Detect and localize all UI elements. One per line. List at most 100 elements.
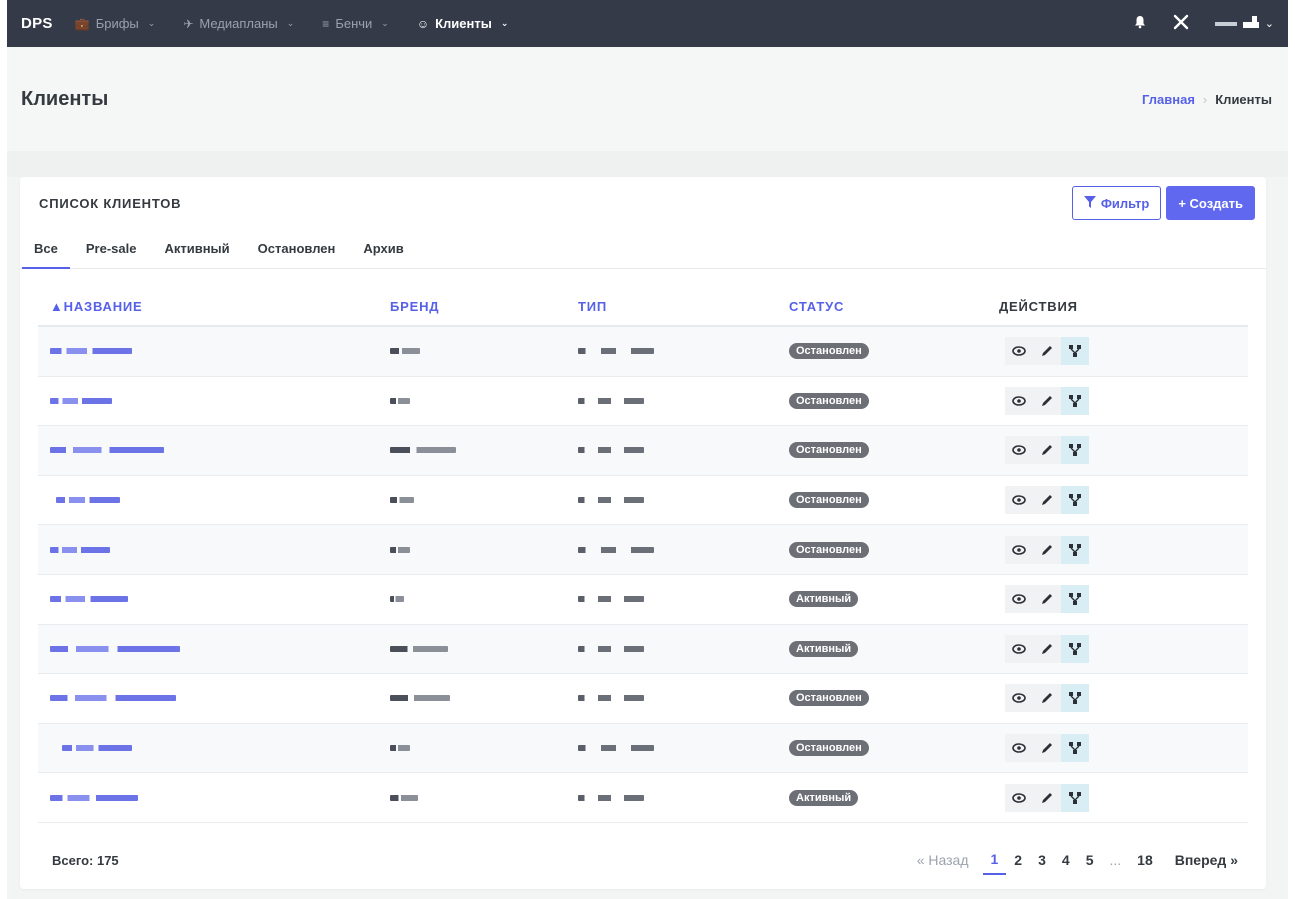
client-name-redacted[interactable] — [50, 546, 110, 553]
column-brand-header[interactable]: БРЕНД — [390, 299, 578, 314]
client-name-redacted[interactable] — [56, 497, 120, 504]
status-cell: Остановлен — [789, 541, 999, 558]
client-name-cell[interactable] — [38, 695, 390, 702]
brand-cell — [390, 348, 578, 355]
edit-icon[interactable] — [1033, 486, 1061, 515]
table-row[interactable]: Остановлен — [38, 327, 1248, 377]
hierarchy-icon[interactable] — [1061, 535, 1089, 564]
client-name-redacted[interactable] — [50, 596, 128, 603]
bell-icon[interactable] — [1133, 15, 1147, 33]
edit-icon[interactable] — [1033, 634, 1061, 663]
client-name-redacted[interactable] — [50, 794, 138, 801]
client-name-cell[interactable] — [38, 348, 390, 355]
type-cell — [578, 397, 789, 404]
view-icon[interactable] — [1005, 634, 1033, 663]
table-row[interactable]: Остановлен — [38, 476, 1248, 526]
hierarchy-icon[interactable] — [1061, 734, 1089, 763]
create-button[interactable]: + Создать — [1166, 186, 1255, 220]
edit-icon[interactable] — [1033, 783, 1061, 812]
edit-icon[interactable] — [1033, 535, 1061, 564]
hierarchy-icon[interactable] — [1061, 684, 1089, 713]
client-name-cell[interactable] — [38, 596, 390, 603]
hierarchy-icon[interactable] — [1061, 634, 1089, 663]
tab-active[interactable]: Активный — [152, 229, 241, 268]
tools-icon[interactable] — [1173, 14, 1189, 34]
client-name-redacted[interactable] — [50, 447, 164, 454]
client-name-redacted[interactable] — [50, 397, 112, 404]
hierarchy-icon[interactable] — [1061, 486, 1089, 515]
hierarchy-icon[interactable] — [1061, 436, 1089, 465]
users-icon: ☺ — [416, 16, 430, 31]
client-name-cell[interactable] — [38, 745, 390, 752]
pagination-page[interactable]: 2 — [1006, 846, 1030, 874]
pagination-page[interactable]: 1 — [982, 845, 1007, 875]
table-row[interactable]: Остановлен — [38, 723, 1248, 774]
client-name-cell[interactable] — [38, 645, 390, 652]
edit-icon[interactable] — [1033, 585, 1061, 614]
edit-icon[interactable] — [1033, 386, 1061, 415]
client-name-cell[interactable] — [38, 397, 390, 404]
breadcrumb-separator-icon: › — [1202, 91, 1208, 107]
type-cell — [578, 497, 789, 504]
table-row[interactable]: Активный — [38, 773, 1248, 823]
column-status-header[interactable]: СТАТУС — [789, 299, 999, 314]
column-name-header[interactable]: ▲НАЗВАНИЕ — [38, 299, 390, 314]
client-name-cell[interactable] — [38, 794, 390, 801]
pagination-page[interactable]: 5 — [1078, 846, 1102, 874]
breadcrumb-home-link[interactable]: Главная — [1142, 92, 1195, 107]
column-type-header[interactable]: ТИП — [578, 299, 789, 314]
table-row[interactable]: Остановлен — [38, 377, 1248, 427]
edit-icon[interactable] — [1033, 337, 1061, 366]
pagination-page[interactable]: 4 — [1054, 846, 1078, 874]
filter-button[interactable]: Фильтр — [1071, 186, 1162, 220]
client-name-redacted[interactable] — [50, 695, 176, 702]
app-frame: DPS 💼 Брифы ⌄ ✈ Медиапланы ⌄ ≡ Бенчи ⌄ ☺… — [7, 0, 1288, 899]
nav-benches[interactable]: ≡ Бенчи ⌄ — [322, 16, 389, 31]
hierarchy-icon[interactable] — [1061, 337, 1089, 366]
pagination-prev[interactable]: « Назад — [909, 846, 977, 874]
pagination-next[interactable]: Вперед » — [1167, 846, 1246, 874]
type-cell — [578, 794, 789, 801]
client-name-redacted[interactable] — [50, 348, 132, 355]
table-row[interactable]: Остановлен — [38, 525, 1248, 575]
client-name-redacted[interactable] — [62, 745, 132, 752]
pagination-page[interactable]: 18 — [1129, 846, 1161, 874]
client-name-cell[interactable] — [38, 546, 390, 553]
view-icon[interactable] — [1005, 436, 1033, 465]
card-header: СПИСОК КЛИЕНТОВ Фильтр + Создать — [20, 177, 1266, 229]
app-logo[interactable]: DPS — [21, 15, 53, 32]
nav-briefs[interactable]: 💼 Брифы ⌄ — [75, 16, 156, 31]
tab-presale[interactable]: Pre-sale — [74, 229, 149, 268]
user-menu[interactable]: ⌄ — [1214, 15, 1274, 32]
edit-icon[interactable] — [1033, 734, 1061, 763]
table-row[interactable]: Остановлен — [38, 426, 1248, 476]
client-name-cell[interactable] — [38, 497, 390, 504]
view-icon[interactable] — [1005, 585, 1033, 614]
client-name-cell[interactable] — [38, 447, 390, 454]
filter-icon — [1083, 195, 1096, 211]
page-title: Клиенты — [21, 87, 109, 110]
hierarchy-icon[interactable] — [1061, 386, 1089, 415]
view-icon[interactable] — [1005, 337, 1033, 366]
view-icon[interactable] — [1005, 486, 1033, 515]
view-icon[interactable] — [1005, 535, 1033, 564]
view-icon[interactable] — [1005, 783, 1033, 812]
edit-icon[interactable] — [1033, 436, 1061, 465]
tab-all[interactable]: Все — [22, 229, 70, 269]
edit-icon[interactable] — [1033, 684, 1061, 713]
table-row[interactable]: Остановлен — [38, 674, 1248, 724]
view-icon[interactable] — [1005, 386, 1033, 415]
view-icon[interactable] — [1005, 734, 1033, 763]
pagination-page[interactable]: 3 — [1030, 846, 1054, 874]
nav-clients[interactable]: ☺ Клиенты ⌄ — [417, 16, 509, 31]
tab-archive[interactable]: Архив — [351, 229, 415, 268]
nav-mediaplans[interactable]: ✈ Медиапланы ⌄ — [183, 16, 294, 31]
hierarchy-icon[interactable] — [1061, 783, 1089, 812]
breadcrumb: Главная › Клиенты — [1142, 92, 1272, 107]
tab-stopped[interactable]: Остановлен — [246, 229, 348, 268]
table-row[interactable]: Активный — [38, 575, 1248, 625]
client-name-redacted[interactable] — [50, 645, 180, 652]
view-icon[interactable] — [1005, 684, 1033, 713]
table-row[interactable]: Активный — [38, 624, 1248, 675]
hierarchy-icon[interactable] — [1061, 585, 1089, 614]
